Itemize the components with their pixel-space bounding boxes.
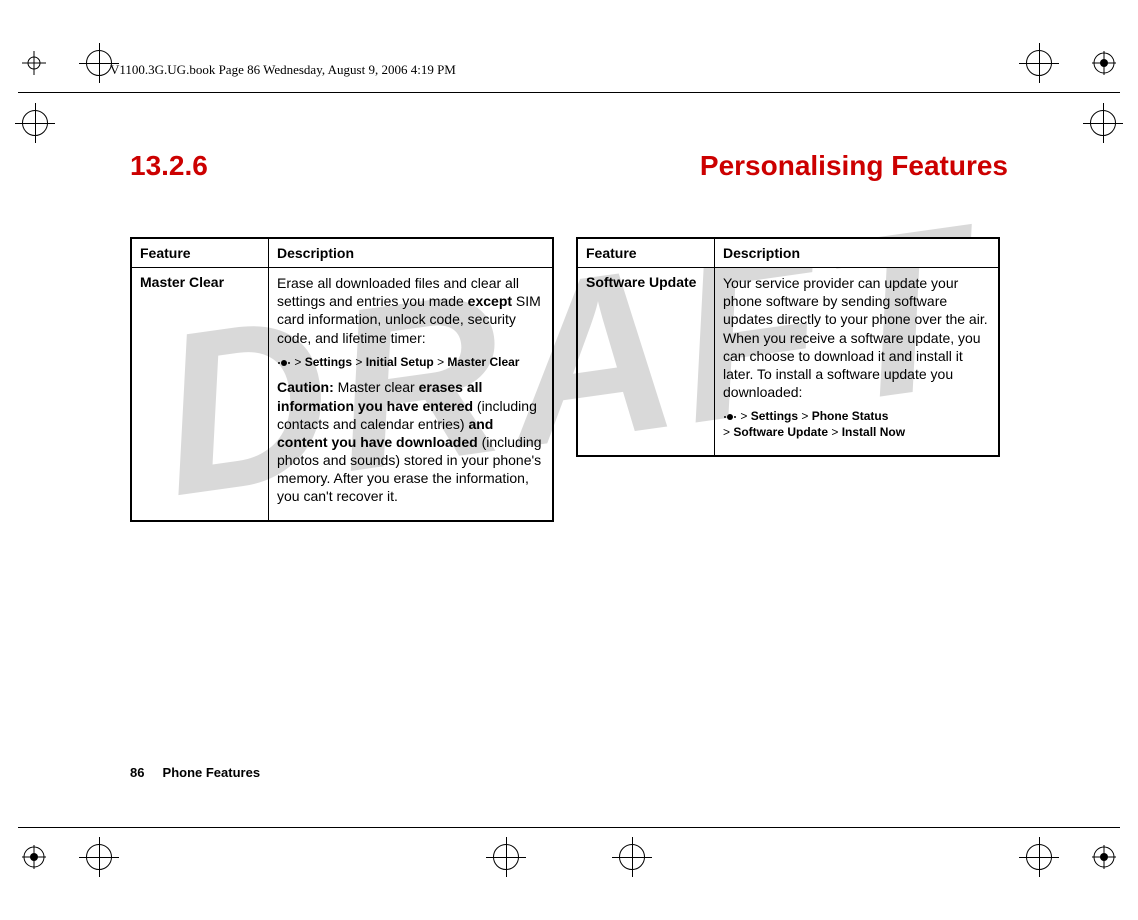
feature-description: Erase all downloaded files and clear all…	[269, 268, 554, 521]
crosshair-icon	[86, 844, 112, 870]
registration-icon	[1092, 845, 1116, 869]
table-row: Software Update Your service provider ca…	[577, 268, 999, 456]
page-content: 13.2.6 Personalising Features Feature De…	[130, 150, 1008, 780]
crosshair-icon	[493, 844, 519, 870]
crop-mark-top-right	[1026, 50, 1116, 76]
page-header-meta: V1100.3G.UG.book Page 86 Wednesday, Augu…	[110, 62, 456, 78]
feature-name: Software Update	[577, 268, 715, 456]
crosshair-icon	[1026, 844, 1052, 870]
menu-path: > Settings > Initial Setup > Master Clea…	[277, 355, 544, 371]
crosshair-icon	[86, 50, 112, 76]
col-header-description: Description	[715, 238, 1000, 268]
menu-item: Settings	[751, 409, 798, 423]
crop-mark-bottom-right	[1026, 844, 1116, 870]
menu-key-icon	[723, 410, 737, 424]
section-number: 13.2.6	[130, 150, 208, 182]
col-header-feature: Feature	[131, 238, 269, 268]
menu-key-icon	[277, 356, 291, 370]
text-bold: except	[468, 293, 512, 309]
feature-name: Master Clear	[131, 268, 269, 521]
crosshair-icon	[619, 844, 645, 870]
footer-label: Phone Features	[163, 765, 261, 780]
sep: >	[434, 355, 448, 369]
feature-description: Your service provider can update your ph…	[715, 268, 1000, 456]
menu-item: Software Update	[733, 425, 828, 439]
crop-mark-top-left	[22, 50, 112, 76]
feature-table-right: Feature Description Software Update Your…	[576, 237, 1000, 457]
sep: >	[798, 409, 812, 423]
menu-path: > Settings > Phone Status > Software Upd…	[723, 409, 990, 440]
text: Your service provider can update your ph…	[723, 274, 990, 401]
feature-table-left: Feature Description Master Clear Erase a…	[130, 237, 554, 522]
registration-icon	[1092, 51, 1116, 75]
menu-item: Settings	[305, 355, 352, 369]
section-heading: 13.2.6 Personalising Features	[130, 150, 1008, 182]
menu-item: Initial Setup	[366, 355, 434, 369]
table-row: Master Clear Erase all downloaded files …	[131, 268, 553, 521]
registration-icon	[22, 845, 46, 869]
menu-item: Install Now	[842, 425, 905, 439]
sep: >	[723, 425, 733, 439]
crop-mark-bottom-center	[493, 844, 645, 870]
sep: >	[352, 355, 366, 369]
page-number: 86	[130, 765, 144, 780]
sep: >	[291, 355, 305, 369]
sep: >	[828, 425, 842, 439]
menu-item: Master Clear	[447, 355, 519, 369]
section-title: Personalising Features	[700, 150, 1008, 182]
crosshair-icon	[1026, 50, 1052, 76]
caution-label: Caution:	[277, 379, 334, 395]
col-header-description: Description	[269, 238, 554, 268]
page-footer: 86 Phone Features	[130, 765, 260, 780]
registration-icon	[22, 51, 46, 75]
menu-item: Phone Status	[812, 409, 889, 423]
col-header-feature: Feature	[577, 238, 715, 268]
text: Master clear	[334, 379, 419, 395]
crop-mark-bottom-left	[22, 844, 112, 870]
sep: >	[737, 409, 751, 423]
